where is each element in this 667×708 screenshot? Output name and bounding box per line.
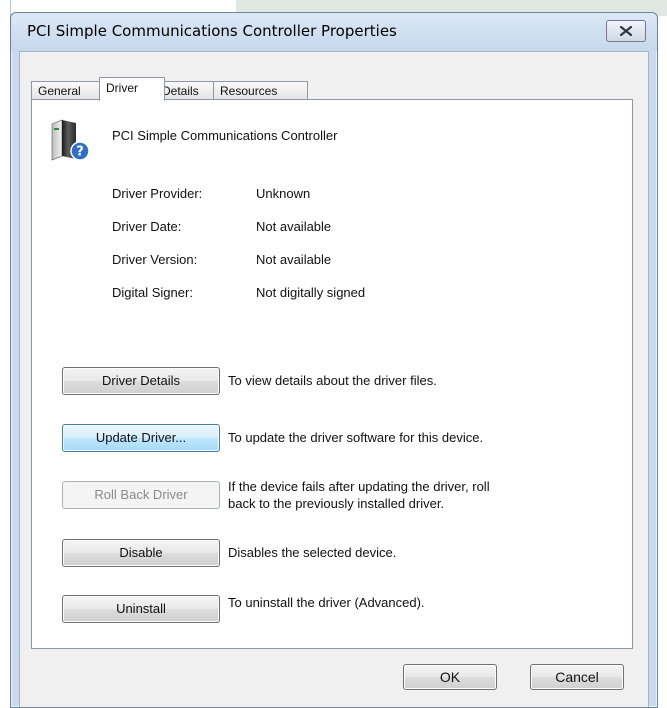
device-unknown-icon: ? (51, 119, 90, 161)
driver-tab-panel: ? PCI Simple Communications Controller D… (31, 99, 633, 649)
info-label: Driver Version: (112, 252, 198, 267)
update-driver-button[interactable]: Update Driver... (62, 424, 220, 452)
disable-description: Disables the selected device. (228, 545, 397, 560)
update-driver-description: To update the driver software for this d… (228, 430, 484, 445)
roll-back-driver-button: Roll Back Driver (62, 481, 220, 509)
roll-back-description-line: If the device fails after updating the d… (228, 479, 490, 494)
svg-text:?: ? (76, 145, 84, 160)
driver-details-button[interactable]: Driver Details (62, 367, 220, 395)
uninstall-description: To uninstall the driver (Advanced). (228, 595, 425, 610)
roll-back-driver-description: If the device fails after updating the d… (228, 478, 490, 512)
cancel-button[interactable]: Cancel (530, 664, 624, 690)
dialog-body: General Driver Details Resources ? PCI S… (19, 51, 649, 707)
info-value: Unknown (256, 186, 311, 201)
disable-button[interactable]: Disable (62, 539, 220, 567)
title-bar[interactable]: PCI Simple Communications Controller Pro… (11, 13, 657, 51)
info-value: Not available (256, 219, 332, 234)
close-icon (620, 26, 632, 36)
device-name: PCI Simple Communications Controller (112, 128, 338, 143)
info-label: Digital Signer: (112, 285, 193, 300)
tab-resources[interactable]: Resources (213, 81, 308, 100)
ok-button[interactable]: OK (403, 664, 497, 690)
window-title: PCI Simple Communications Controller Pro… (27, 22, 397, 40)
driver-details-description: To view details about the driver files. (228, 373, 437, 388)
uninstall-button[interactable]: Uninstall (62, 595, 220, 623)
info-label: Driver Provider: (112, 186, 203, 201)
info-value: Not available (256, 252, 332, 267)
info-label: Driver Date: (112, 219, 182, 234)
tab-driver[interactable]: Driver (99, 77, 165, 101)
roll-back-description-line: back to the previously installed driver. (228, 496, 445, 511)
info-value: Not digitally signed (256, 285, 366, 300)
properties-dialog: PCI Simple Communications Controller Pro… (10, 12, 658, 708)
tab-general[interactable]: General (31, 81, 108, 100)
close-button[interactable] (606, 20, 646, 42)
